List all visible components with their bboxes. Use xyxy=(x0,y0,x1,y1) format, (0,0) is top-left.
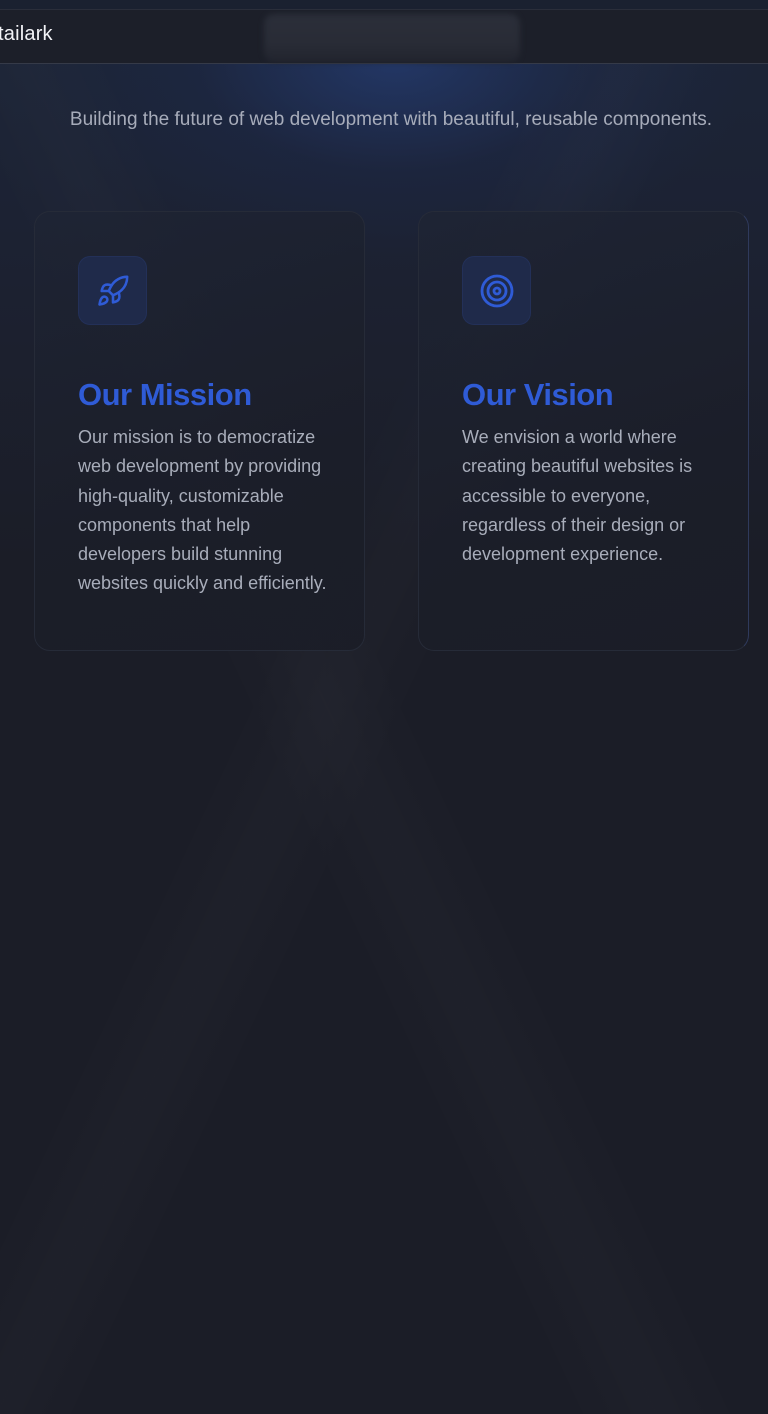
vision-text: We envision a world where creating beaut… xyxy=(462,427,693,565)
vision-title: Our Vision xyxy=(462,376,614,412)
vision-icon-tile xyxy=(462,256,531,325)
hero-subtitle: Building the future of web development w… xyxy=(69,109,713,130)
vision-card: Our Vision We envision a world where cre… xyxy=(418,211,749,651)
brand-logo-link[interactable]: tailark xyxy=(0,23,53,46)
site-header: tailark xyxy=(0,9,768,64)
blurred-navigation xyxy=(264,14,520,62)
target-icon xyxy=(480,274,513,307)
mission-icon-tile xyxy=(78,256,147,325)
mission-text: Our mission is to democratize web develo… xyxy=(78,427,327,594)
rocket-icon xyxy=(97,275,128,306)
mission-card: Our Mission Our mission is to democratiz… xyxy=(34,211,365,651)
mission-title: Our Mission xyxy=(78,376,252,412)
top-strip xyxy=(0,0,768,9)
